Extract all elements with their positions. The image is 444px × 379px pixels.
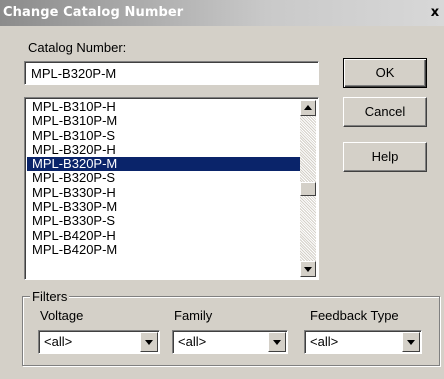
- feedback-type-select[interactable]: <all>: [304, 330, 422, 354]
- list-item[interactable]: MPL-B420P-H: [27, 228, 300, 243]
- list-item[interactable]: MPL-B330P-S: [27, 214, 300, 228]
- catalog-number-input[interactable]: MPL-B320P-M: [24, 61, 319, 85]
- vertical-scrollbar[interactable]: [300, 100, 316, 277]
- chevron-down-icon: [145, 340, 153, 345]
- voltage-label: Voltage: [40, 308, 84, 323]
- feedback-type-select-value: <all>: [310, 334, 339, 349]
- list-item[interactable]: MPL-B310P-S: [27, 128, 300, 143]
- catalog-listbox[interactable]: MPL-B310P-H MPL-B310P-M MPL-B310P-S MPL-B32…: [24, 97, 319, 280]
- list-item[interactable]: MPL-B330P-M: [27, 199, 300, 214]
- list-item[interactable]: MPL-B320P-M: [27, 157, 300, 172]
- voltage-select-value: <all>: [44, 334, 73, 349]
- chevron-down-icon: [407, 340, 415, 345]
- voltage-select[interactable]: <all>: [38, 330, 160, 354]
- help-button[interactable]: Help: [343, 142, 427, 172]
- list-item[interactable]: MPL-B330P-H: [27, 185, 300, 200]
- family-dropdown-button[interactable]: [268, 332, 286, 352]
- list-item[interactable]: MPL-B320P-S: [27, 171, 300, 185]
- family-select-value: <all>: [178, 334, 207, 349]
- title-bar[interactable]: Change Catalog Number x: [0, 0, 444, 26]
- window-title: Change Catalog Number: [3, 5, 184, 20]
- feedback-type-label: Feedback Type: [310, 308, 399, 323]
- cancel-button[interactable]: Cancel: [343, 97, 427, 127]
- family-select[interactable]: <all>: [172, 330, 288, 354]
- filters-label: Filters: [30, 289, 70, 304]
- list-item[interactable]: MPL-B310P-H: [27, 100, 300, 114]
- list-item[interactable]: MPL-B320P-H: [27, 142, 300, 157]
- voltage-dropdown-button[interactable]: [140, 332, 158, 352]
- scroll-down-button[interactable]: [300, 261, 316, 277]
- list-item[interactable]: MPL-B420P-M: [27, 242, 300, 257]
- scroll-thumb[interactable]: [300, 182, 316, 196]
- close-button[interactable]: x: [426, 4, 444, 22]
- arrow-down-icon: [304, 267, 312, 272]
- feedback-type-dropdown-button[interactable]: [402, 332, 420, 352]
- arrow-up-icon: [304, 105, 312, 110]
- family-label: Family: [174, 308, 213, 323]
- ok-button[interactable]: OK: [343, 58, 427, 88]
- catalog-list: MPL-B310P-H MPL-B310P-M MPL-B310P-S MPL-B32…: [27, 100, 300, 277]
- scroll-up-button[interactable]: [300, 100, 316, 116]
- chevron-down-icon: [273, 340, 281, 345]
- catalog-number-label: Catalog Number:: [28, 40, 127, 55]
- list-item[interactable]: MPL-B310P-M: [27, 114, 300, 128]
